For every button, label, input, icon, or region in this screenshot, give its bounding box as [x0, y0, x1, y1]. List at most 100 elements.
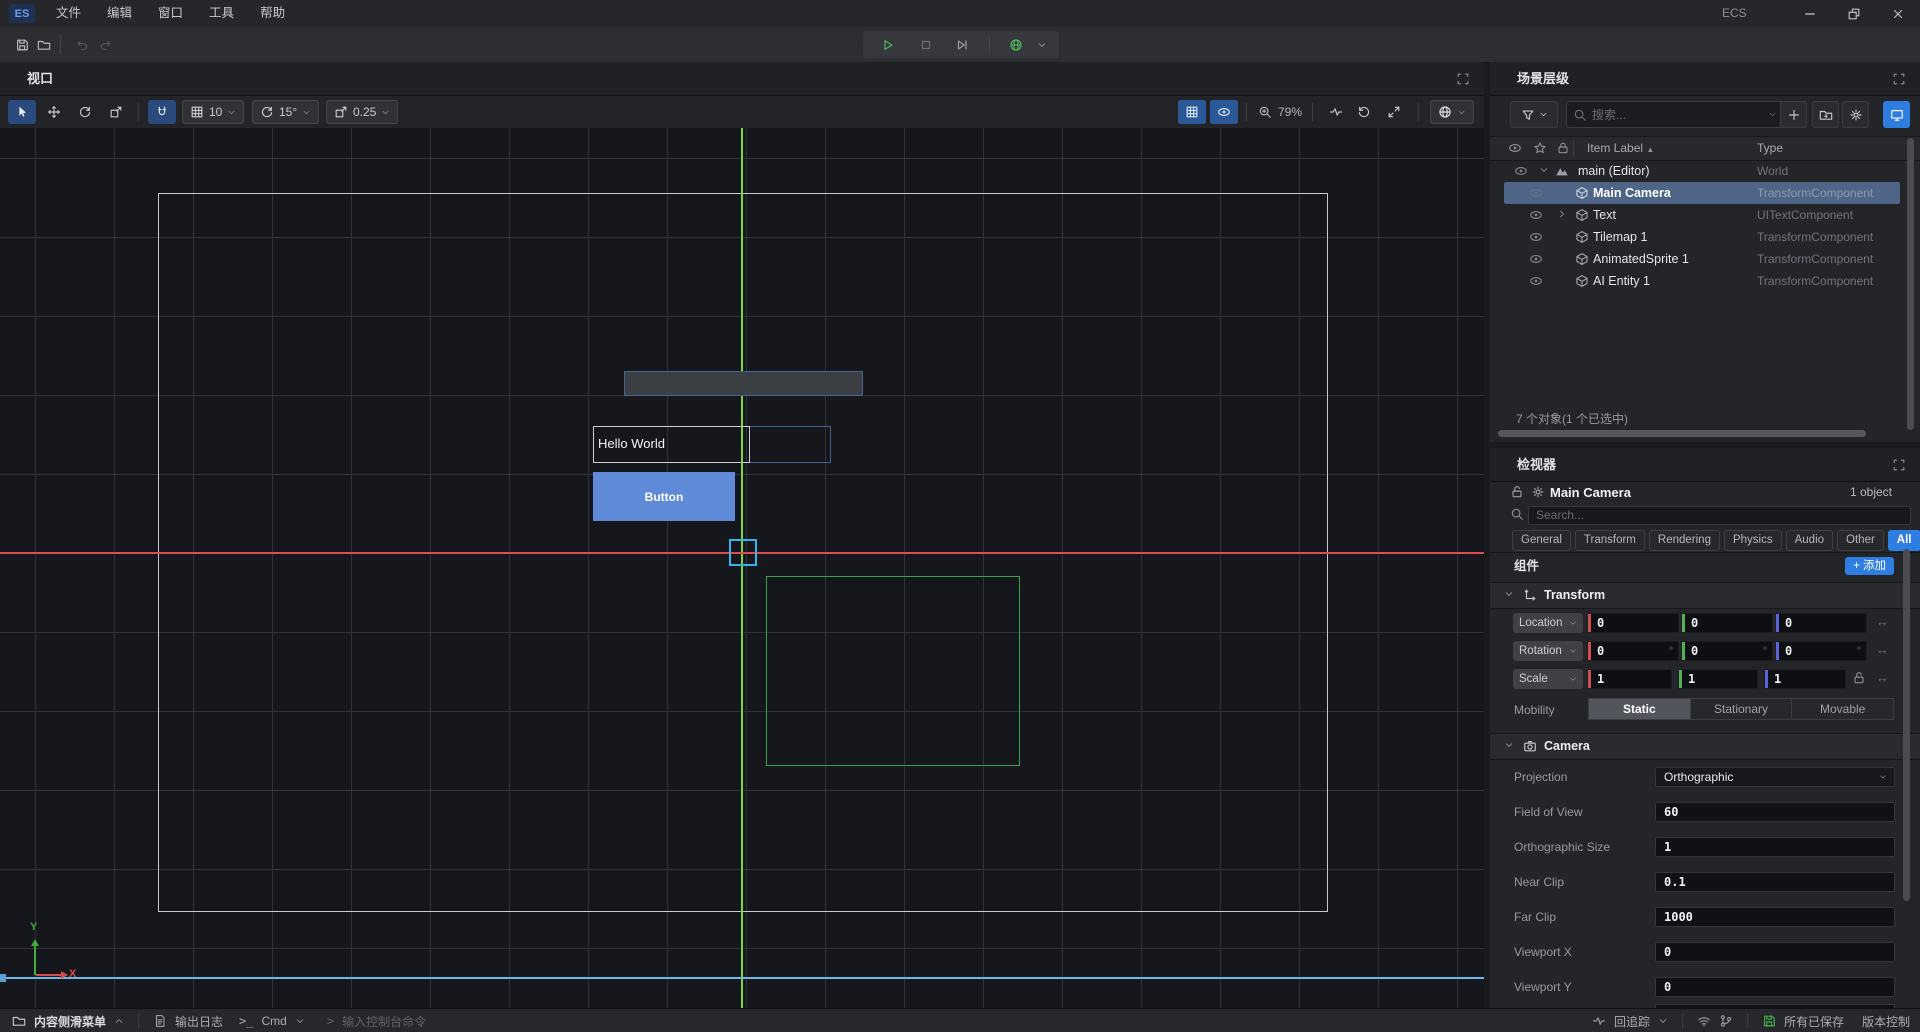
grid-snap-dropdown[interactable]: 10: [182, 100, 244, 124]
stats-toggle-button[interactable]: [1324, 100, 1348, 124]
scale-mode-dropdown[interactable]: Scale: [1513, 669, 1583, 689]
chevron-down-icon[interactable]: [1658, 1016, 1668, 1026]
scene-region-entity[interactable]: [766, 576, 1020, 766]
stop-button[interactable]: [915, 34, 937, 55]
hierarchy-row-tilemap[interactable]: Tilemap 1 TransformComponent: [1504, 226, 1900, 248]
near-clip-input[interactable]: 0.1: [1655, 872, 1895, 892]
column-type[interactable]: Type: [1757, 137, 1783, 160]
link-axes-icon[interactable]: ↔: [1876, 642, 1889, 657]
scene-canvas[interactable]: Hello World Button Y X: [0, 128, 1484, 1008]
menu-help[interactable]: 帮助: [247, 0, 298, 27]
chevron-up-icon[interactable]: [114, 1016, 124, 1026]
redo-button[interactable]: [94, 33, 118, 57]
menu-edit[interactable]: 编辑: [94, 0, 145, 27]
visibility-column-icon[interactable]: [1508, 141, 1522, 155]
play-button[interactable]: [877, 34, 899, 55]
filter-dropdown[interactable]: [1510, 101, 1558, 128]
tab-all[interactable]: All: [1888, 530, 1920, 551]
hierarchy-search-input[interactable]: 搜索...: [1566, 101, 1784, 128]
uniform-scale-lock-icon[interactable]: [1852, 671, 1866, 685]
undo-button[interactable]: [70, 33, 94, 57]
move-tool-button[interactable]: [40, 100, 68, 124]
vertical-scrollbar[interactable]: [1907, 138, 1914, 430]
console-command-input[interactable]: 输入控制台命令: [342, 1013, 426, 1030]
hierarchy-settings-button[interactable]: [1842, 101, 1869, 128]
viewport-y-input[interactable]: 0: [1655, 977, 1895, 997]
snap-toggle-button[interactable]: [148, 100, 176, 124]
eye-icon[interactable]: [1529, 274, 1543, 288]
rotation-y-input[interactable]: 0°: [1681, 641, 1773, 661]
inspector-search-input[interactable]: Search...: [1528, 506, 1911, 525]
far-clip-input[interactable]: 1000: [1655, 907, 1895, 927]
eye-icon[interactable]: [1529, 208, 1543, 222]
tab-transform[interactable]: Transform: [1575, 530, 1645, 551]
restore-button[interactable]: [1832, 0, 1876, 27]
lock-column-icon[interactable]: [1556, 141, 1570, 155]
output-log-button[interactable]: 输出日志: [175, 1013, 223, 1030]
scale-y-input[interactable]: 1: [1678, 669, 1758, 689]
add-folder-button[interactable]: [1812, 101, 1839, 128]
hierarchy-row-animatedsprite[interactable]: AnimatedSprite 1 TransformComponent: [1504, 248, 1900, 270]
rotation-x-input[interactable]: 0°: [1587, 641, 1679, 661]
favorite-column-icon[interactable]: [1533, 141, 1547, 155]
object-settings-icon[interactable]: [1531, 485, 1545, 499]
transform-section-header[interactable]: Transform: [1490, 582, 1920, 609]
scene-button-entity[interactable]: Button: [593, 472, 735, 521]
horizontal-scrollbar[interactable]: [1498, 430, 1866, 437]
panel-maximize-icon[interactable]: [1892, 458, 1906, 472]
mobility-stationary[interactable]: Stationary: [1691, 699, 1793, 719]
location-y-input[interactable]: 0: [1681, 613, 1773, 633]
save-button[interactable]: [10, 33, 34, 57]
zoom-control[interactable]: 79%: [1258, 100, 1302, 124]
rotation-mode-dropdown[interactable]: Rotation: [1513, 641, 1583, 661]
collapse-icon[interactable]: [1504, 589, 1514, 599]
content-drawer-icon[interactable]: [12, 1014, 26, 1028]
open-folder-button[interactable]: [32, 33, 56, 57]
hierarchy-row-world[interactable]: main (Editor) World: [1504, 160, 1900, 182]
expander-icon[interactable]: [1539, 165, 1549, 175]
tab-rendering[interactable]: Rendering: [1649, 530, 1720, 551]
hierarchy-row-text[interactable]: Text UITextComponent: [1504, 204, 1900, 226]
close-button[interactable]: [1876, 0, 1920, 27]
viewport-x-input[interactable]: 0: [1655, 942, 1895, 962]
chevron-down-icon[interactable]: [295, 1016, 305, 1026]
link-axes-icon[interactable]: ↔: [1876, 614, 1889, 629]
reset-view-button[interactable]: [1352, 100, 1376, 124]
source-control-icon[interactable]: [1719, 1014, 1733, 1028]
output-log-icon[interactable]: [153, 1014, 167, 1028]
eye-icon[interactable]: [1529, 186, 1543, 200]
world-view-dropdown[interactable]: [1430, 100, 1474, 124]
save-status-button[interactable]: 所有已保存: [1784, 1013, 1844, 1030]
hierarchy-row-ai-entity[interactable]: AI Entity 1 TransformComponent: [1504, 270, 1900, 292]
display-mode-button[interactable]: [1883, 101, 1910, 128]
eye-icon[interactable]: [1514, 164, 1528, 178]
hierarchy-row-main-camera[interactable]: Main Camera TransformComponent: [1504, 182, 1900, 204]
cmd-dropdown[interactable]: Cmd: [261, 1014, 286, 1028]
tab-audio[interactable]: Audio: [1786, 530, 1833, 551]
menu-tools[interactable]: 工具: [196, 0, 247, 27]
scene-panel-entity[interactable]: [624, 371, 863, 396]
mobility-movable[interactable]: Movable: [1792, 699, 1893, 719]
step-button[interactable]: [951, 34, 973, 55]
network-status-icon[interactable]: [1697, 1014, 1711, 1028]
guide-handle[interactable]: [0, 974, 6, 982]
location-x-input[interactable]: 0: [1587, 613, 1679, 633]
location-z-input[interactable]: 0: [1775, 613, 1867, 633]
link-axes-icon[interactable]: ↔: [1876, 670, 1889, 685]
mobility-static[interactable]: Static: [1589, 699, 1691, 719]
minimize-button[interactable]: [1788, 0, 1832, 27]
eye-icon[interactable]: [1529, 230, 1543, 244]
field-of-view-input[interactable]: 60: [1655, 802, 1895, 822]
rotation-z-input[interactable]: 0°: [1775, 641, 1867, 661]
camera-section-header[interactable]: Camera: [1490, 733, 1920, 760]
globe-run-target-icon[interactable]: [1005, 34, 1027, 55]
panel-maximize-icon[interactable]: [1456, 72, 1470, 86]
select-tool-button[interactable]: [8, 100, 36, 124]
scale-tool-button[interactable]: [102, 100, 130, 124]
scale-z-input[interactable]: 1: [1764, 669, 1846, 689]
projection-select[interactable]: Orthographic: [1655, 767, 1895, 787]
tab-general[interactable]: General: [1512, 530, 1571, 551]
scale-x-input[interactable]: 1: [1587, 669, 1672, 689]
location-mode-dropdown[interactable]: Location: [1513, 613, 1583, 633]
menu-file[interactable]: 文件: [43, 0, 94, 27]
